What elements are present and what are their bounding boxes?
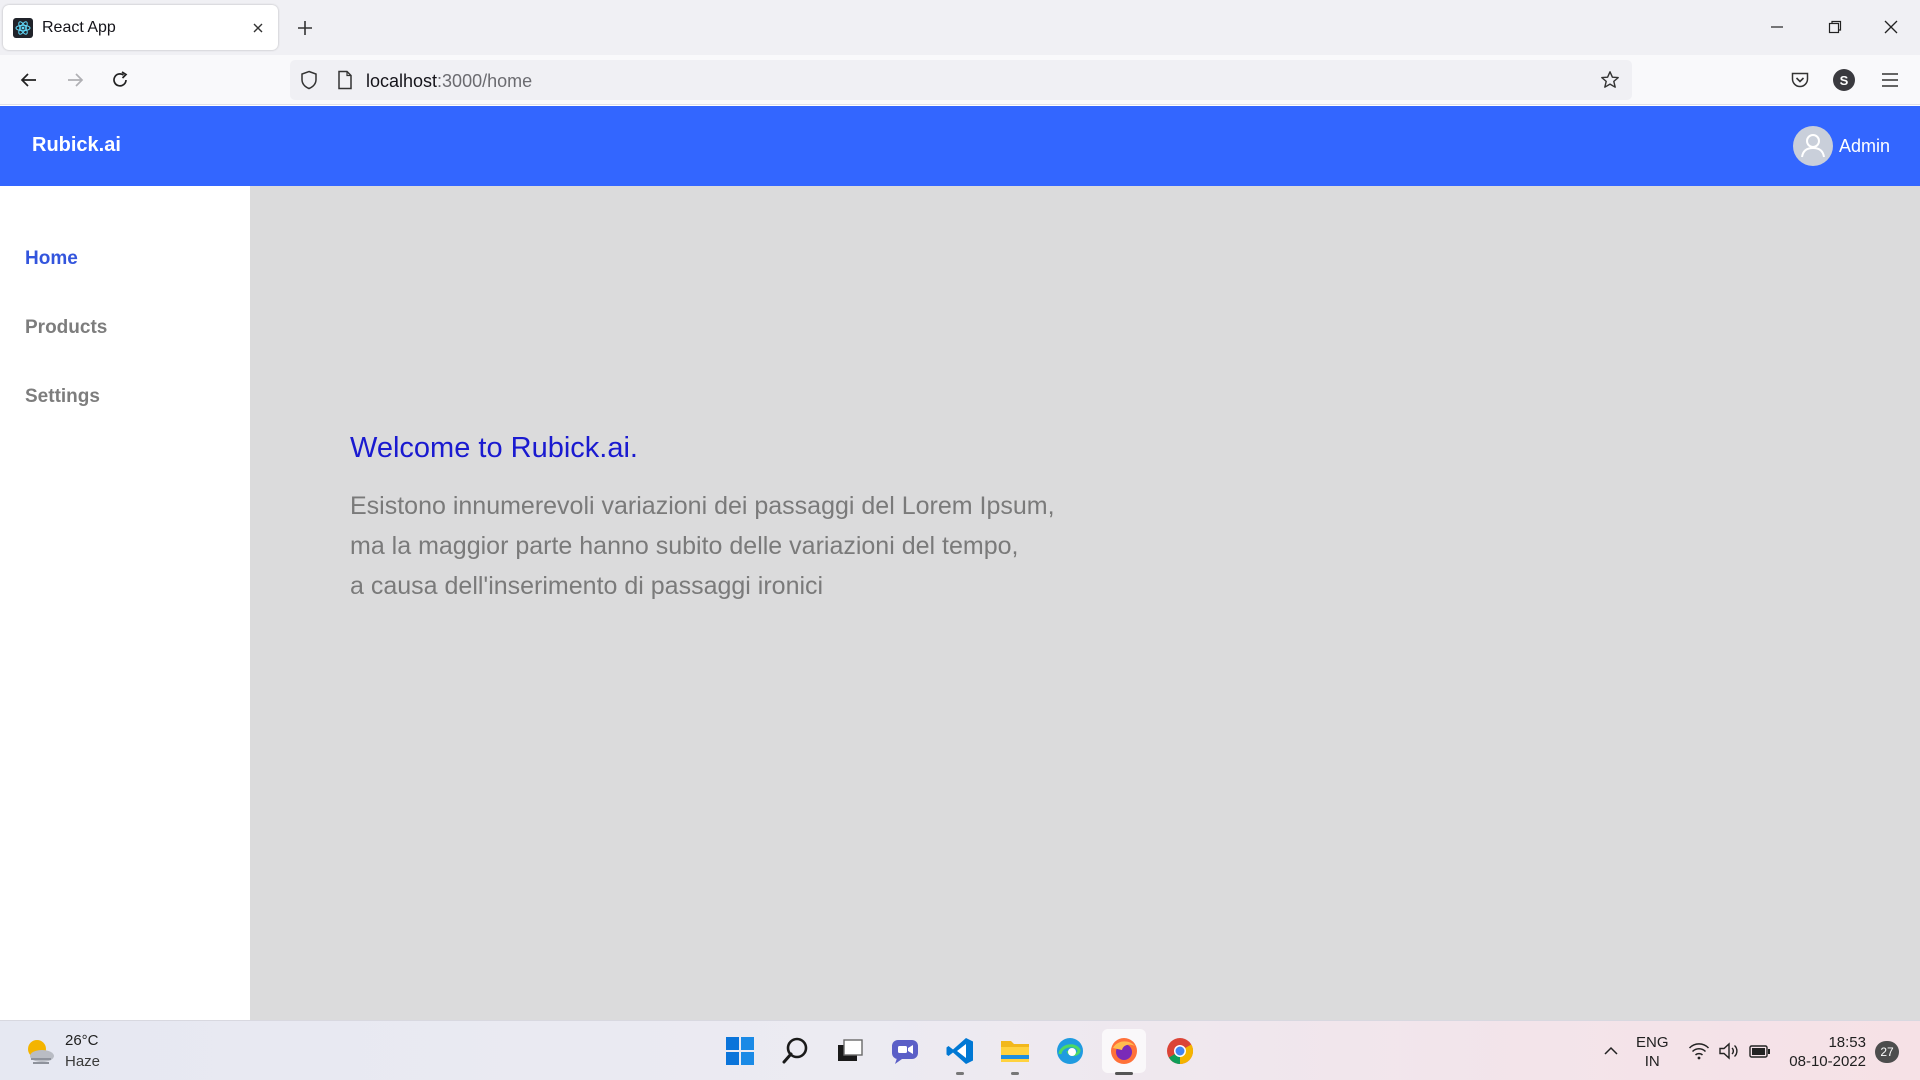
- chrome-icon[interactable]: [1158, 1029, 1202, 1073]
- browser-toolbar: localhost:3000/home S: [0, 55, 1920, 105]
- wifi-icon[interactable]: [1687, 1039, 1711, 1063]
- description-line: ma la maggior parte hanno subito delle v…: [350, 532, 1019, 560]
- react-icon: [13, 18, 33, 38]
- clock-time: 18:53: [1828, 1034, 1866, 1051]
- main-content: Welcome to Rubick.ai. Esistono innumerev…: [250, 186, 1920, 1020]
- weather-haze-icon[interactable]: [24, 1035, 56, 1067]
- input-language[interactable]: ENG IN: [1636, 1033, 1669, 1071]
- sidebar-item-home[interactable]: Home: [25, 248, 78, 270]
- running-indicator: [956, 1072, 964, 1075]
- welcome-description: Esistono innumerevoli variazioni dei pas…: [350, 486, 1110, 606]
- firefox-icon[interactable]: [1102, 1029, 1146, 1075]
- minimize-icon[interactable]: [1760, 12, 1794, 42]
- app-header: Rubick.ai Admin: [0, 106, 1920, 186]
- address-bar[interactable]: localhost:3000/home: [290, 60, 1632, 100]
- page-icon[interactable]: [334, 69, 356, 91]
- user-menu[interactable]: Admin: [1792, 126, 1890, 166]
- restore-icon[interactable]: [1818, 12, 1852, 42]
- welcome-heading: Welcome to Rubick.ai.: [350, 432, 638, 464]
- task-view-icon[interactable]: [828, 1029, 872, 1073]
- menu-icon[interactable]: [1875, 65, 1905, 95]
- description-line: Esistono innumerevoli variazioni dei pas…: [350, 492, 1055, 520]
- user-name: Admin: [1838, 135, 1890, 156]
- search-icon[interactable]: [774, 1029, 818, 1073]
- description-line: a causa dell'inserimento di passaggi iro…: [350, 572, 824, 600]
- chat-icon[interactable]: [883, 1029, 927, 1073]
- battery-icon[interactable]: [1748, 1039, 1772, 1063]
- running-indicator: [1011, 1072, 1019, 1075]
- file-explorer-icon[interactable]: [993, 1029, 1037, 1075]
- pocket-icon[interactable]: [1785, 65, 1815, 95]
- profile-avatar[interactable]: S: [1833, 69, 1855, 91]
- vscode-icon[interactable]: [938, 1029, 982, 1075]
- url-text[interactable]: localhost:3000/home: [366, 71, 532, 92]
- brand-logo-text[interactable]: Rubick.ai: [32, 134, 121, 157]
- user-avatar-icon: [1792, 126, 1833, 166]
- back-icon[interactable]: [14, 65, 44, 95]
- close-icon[interactable]: [248, 18, 268, 38]
- taskbar: 26°C Haze ENG IN 18:53 08-10-2022 27: [0, 1020, 1920, 1080]
- weather-temperature[interactable]: 26°C: [65, 1032, 99, 1049]
- notification-badge[interactable]: 27: [1875, 1041, 1899, 1063]
- chevron-up-icon[interactable]: [1599, 1039, 1623, 1063]
- volume-icon[interactable]: [1717, 1039, 1741, 1063]
- reload-icon[interactable]: [105, 65, 135, 95]
- clock-date: 08-10-2022: [1789, 1053, 1866, 1070]
- edge-icon[interactable]: [1048, 1029, 1092, 1073]
- forward-icon[interactable]: [60, 65, 90, 95]
- running-indicator: [1115, 1072, 1133, 1075]
- tab-title: React App: [42, 19, 116, 36]
- clock[interactable]: 18:53 08-10-2022: [1786, 1033, 1866, 1071]
- start-icon[interactable]: [718, 1029, 762, 1073]
- new-tab-button[interactable]: [293, 16, 317, 40]
- shield-icon[interactable]: [298, 69, 320, 91]
- sidebar-item-settings[interactable]: Settings: [25, 386, 100, 408]
- sidebar: Home Products Settings: [0, 186, 250, 1020]
- sidebar-item-products[interactable]: Products: [25, 317, 107, 339]
- bookmark-star-icon[interactable]: [1598, 68, 1622, 92]
- browser-tab[interactable]: React App: [3, 5, 278, 50]
- weather-condition[interactable]: Haze: [65, 1053, 100, 1070]
- browser-tab-bar: React App: [0, 0, 1920, 55]
- close-window-icon[interactable]: [1874, 12, 1908, 42]
